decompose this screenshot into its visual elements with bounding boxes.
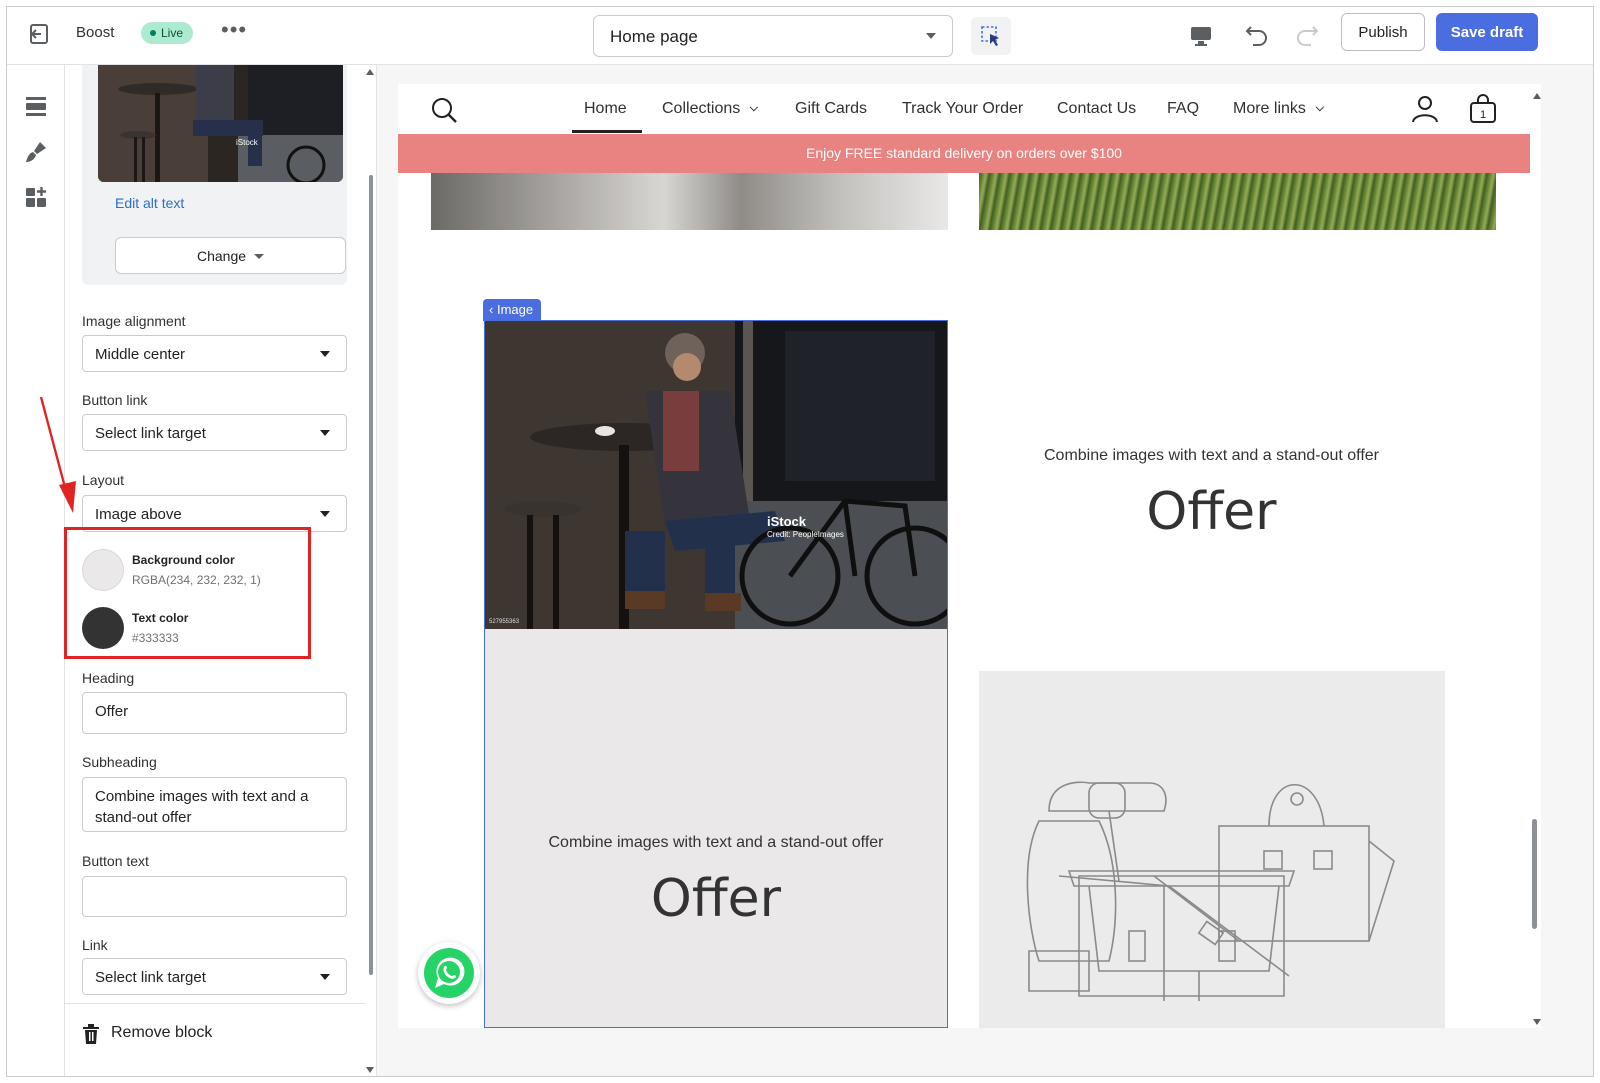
link-value: Select link target (95, 969, 206, 986)
chevron-down-icon (320, 511, 330, 517)
inspector-button[interactable] (971, 17, 1011, 55)
preview-scrollbar-thumb[interactable] (1532, 819, 1537, 929)
chevron-down-icon (1315, 102, 1324, 112)
heading-label: Heading (82, 670, 135, 686)
nav-link-home[interactable]: Home (584, 100, 627, 118)
more-options-icon[interactable]: ••• (221, 17, 247, 43)
offer-right-subheading: Combine images with text and a stand-out… (1044, 447, 1379, 464)
chevron-down-icon (320, 351, 330, 357)
whatsapp-chat-button[interactable] (418, 942, 480, 1004)
button-text-label: Button text (82, 853, 149, 869)
change-image-button[interactable]: Change (115, 237, 346, 274)
nav-link-contact-us[interactable]: Contact Us (1057, 100, 1136, 118)
bags-line-drawing (1026, 781, 1395, 1001)
search-icon[interactable] (430, 96, 458, 124)
scroll-down-arrow-icon[interactable] (366, 1067, 374, 1073)
top-bar: Boost Live ••• Home page Publish Save dr (7, 7, 1593, 65)
heading-input[interactable]: Offer (82, 692, 347, 734)
chevron-down-icon (749, 102, 759, 112)
app-blocks-icon[interactable] (23, 185, 49, 211)
store-header: Home Collections Gift Cards Track Your O… (398, 84, 1541, 134)
nav-link-track-order[interactable]: Track Your Order (902, 100, 1023, 118)
chevron-down-icon (926, 33, 936, 39)
change-image-label: Change (196, 247, 247, 264)
subheading-textarea[interactable]: Combine images with text and a stand-out… (82, 777, 347, 832)
image-picker-card: iStock Edit alt text Change (82, 65, 347, 285)
nav-link-collections-label: Collections (662, 100, 741, 117)
chevron-down-icon (254, 254, 265, 260)
button-link-value: Select link target (95, 425, 206, 442)
save-draft-button[interactable]: Save draft (1436, 13, 1538, 51)
cart-count: 1 (1480, 109, 1486, 121)
whatsapp-icon (424, 948, 474, 998)
exit-icon[interactable] (27, 21, 53, 47)
nav-link-more-links[interactable]: More links (1233, 100, 1324, 118)
desktop-icon[interactable] (1188, 23, 1214, 49)
selected-block-tag-label: Image (496, 302, 534, 317)
subheading-label: Subheading (82, 754, 157, 770)
nav-link-faq[interactable]: FAQ (1167, 100, 1199, 118)
select-cursor-icon (981, 26, 999, 46)
status-badge: Live (141, 22, 194, 44)
link-select[interactable]: Select link target (82, 958, 347, 995)
scroll-up-arrow-icon[interactable] (1533, 93, 1541, 99)
announcement-bar: Enjoy FREE standard delivery on orders o… (398, 134, 1530, 173)
app-window: Boost Live ••• Home page Publish Save dr (6, 6, 1594, 1077)
gallery-image-left (431, 173, 948, 230)
remove-block-button[interactable]: Remove block (65, 1004, 365, 1064)
undo-icon[interactable] (1243, 21, 1271, 49)
remove-block-label: Remove block (111, 1024, 213, 1041)
button-text-input[interactable] (82, 876, 347, 917)
scroll-up-arrow-icon[interactable] (366, 69, 374, 75)
cart-icon[interactable]: 1 (1468, 94, 1498, 124)
button-link-label: Button link (82, 392, 148, 408)
nav-active-underline (572, 130, 642, 133)
cafe-photo-thumbnail: iStock (98, 65, 343, 182)
image-alignment-label: Image alignment (82, 313, 186, 329)
layout-value: Image above (95, 506, 182, 523)
chevron-down-icon (320, 430, 330, 436)
chevron-down-icon (320, 974, 330, 980)
redo-icon[interactable] (1293, 21, 1321, 49)
selected-block-tag[interactable]: ‹ Image (483, 299, 542, 321)
nav-link-more-links-label: More links (1233, 100, 1306, 117)
nav-link-collections[interactable]: Collections (662, 100, 759, 118)
nav-link-gift-cards[interactable]: Gift Cards (795, 100, 867, 118)
remove-block-bar: Remove block (65, 1003, 365, 1076)
bags-illustration (979, 671, 1445, 1028)
trash-icon (83, 1024, 99, 1044)
image-thumbnail[interactable]: iStock (98, 65, 343, 182)
svg-text:iStock: iStock (236, 138, 259, 147)
selected-block-outline[interactable] (484, 320, 948, 1028)
page-selector-label: Home page (610, 27, 698, 46)
sidebar-rail (7, 65, 65, 1076)
offer-right-heading: Offer (1146, 482, 1277, 542)
page-selector[interactable]: Home page (593, 15, 953, 57)
gallery-image-right (979, 173, 1496, 230)
account-icon[interactable] (1410, 94, 1440, 124)
publish-button[interactable]: Publish (1341, 13, 1425, 51)
link-label: Link (82, 937, 108, 953)
store-name: Boost (76, 24, 115, 41)
sections-icon[interactable] (23, 93, 49, 119)
layout-label: Layout (82, 472, 125, 488)
storefront-preview: Home Collections Gift Cards Track Your O… (398, 84, 1541, 1028)
image-alignment-select[interactable]: Middle center (82, 335, 347, 372)
scroll-down-arrow-icon[interactable] (1533, 1019, 1541, 1025)
image-alignment-value: Middle center (95, 346, 186, 363)
theme-settings-brush-icon[interactable] (23, 139, 49, 165)
panel-scrollbar-thumb[interactable] (369, 175, 373, 975)
annotation-highlight-box (64, 527, 311, 659)
annotation-arrow (39, 396, 76, 513)
edit-alt-text-link[interactable]: Edit alt text (115, 195, 184, 211)
button-link-select[interactable]: Select link target (82, 414, 347, 451)
